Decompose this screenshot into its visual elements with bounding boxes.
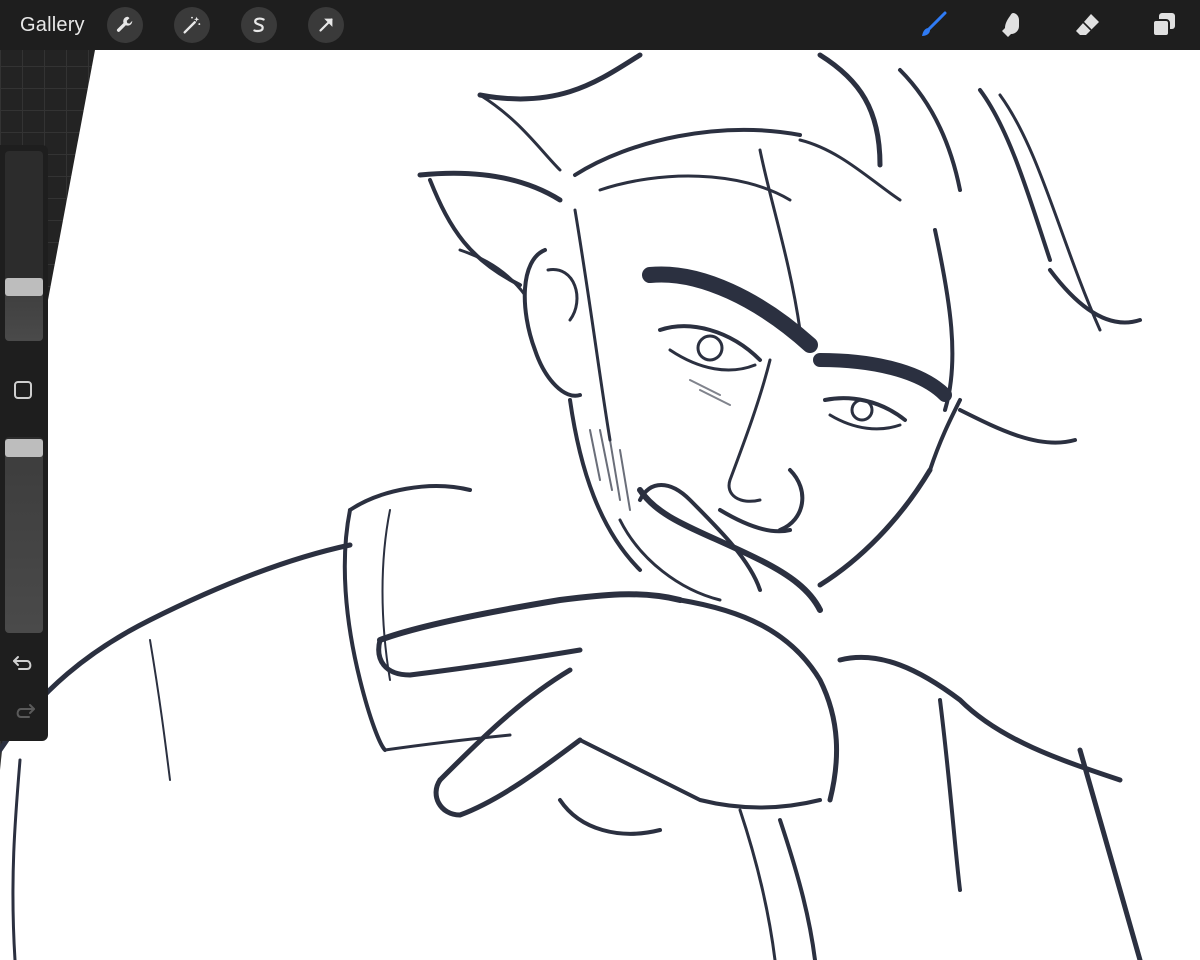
selection-s-icon: [253, 17, 265, 33]
adjustments-button[interactable]: [173, 7, 210, 43]
modify-button[interactable]: [14, 381, 32, 399]
opacity-slider-thumb[interactable]: [5, 439, 43, 457]
drawing-canvas[interactable]: [0, 0, 1200, 960]
wrench-icon: [116, 16, 132, 32]
actions-button[interactable]: [106, 7, 143, 43]
transform-button[interactable]: [307, 7, 344, 43]
brush-icon: [922, 11, 947, 36]
eraser-icon: [1076, 14, 1099, 35]
redo-arrow-icon: [16, 704, 35, 718]
undo-button[interactable]: [10, 651, 38, 675]
redo-button[interactable]: [10, 699, 38, 723]
canvas-paper: [0, 50, 1200, 960]
left-sidebar: [0, 145, 48, 741]
brush-size-slider-thumb[interactable]: [5, 278, 43, 296]
opacity-slider[interactable]: [5, 437, 43, 633]
arrow-cursor-icon: [319, 18, 333, 32]
brush-size-slider[interactable]: [5, 151, 43, 341]
undo-arrow-icon: [13, 656, 32, 670]
right-tool-group: [876, 0, 1184, 50]
canvas-artwork: [0, 50, 1200, 960]
smudge-finger-icon: [1002, 13, 1019, 37]
procreate-app: Gallery: [0, 0, 1200, 960]
magic-wand-icon: [183, 16, 200, 34]
opacity-slider-fill: [5, 439, 43, 633]
layers-icon: [1152, 13, 1175, 37]
gallery-button[interactable]: Gallery: [20, 14, 85, 37]
layers-button[interactable]: [1144, 5, 1184, 45]
top-toolbar: Gallery: [0, 0, 1200, 50]
selection-button[interactable]: [240, 7, 277, 43]
eraser-tool-button[interactable]: [1067, 5, 1107, 45]
brush-tool-button[interactable]: [913, 5, 953, 45]
smudge-tool-button[interactable]: [990, 5, 1030, 45]
